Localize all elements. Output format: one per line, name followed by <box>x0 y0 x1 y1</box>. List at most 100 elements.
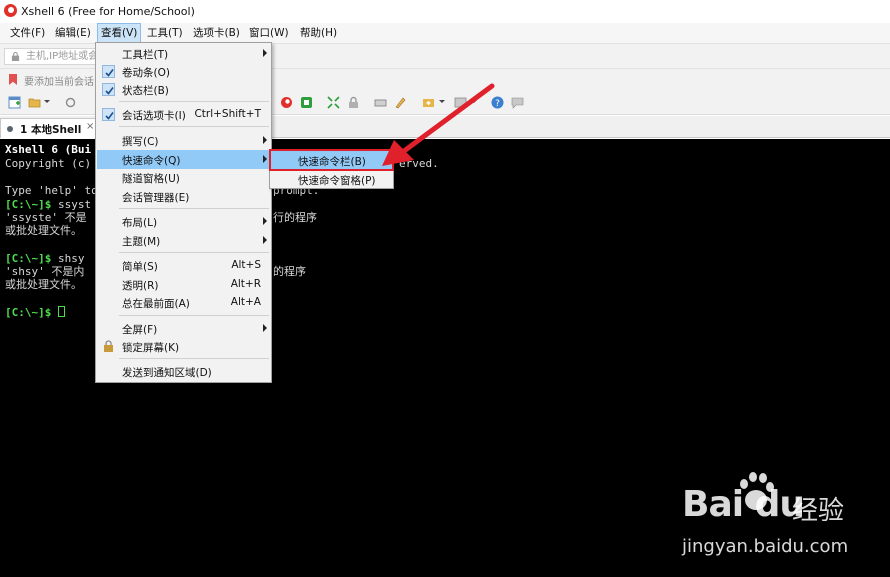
submenu-arrow-icon <box>263 136 267 144</box>
xftp-icon[interactable] <box>280 96 293 109</box>
menu-separator <box>119 101 269 102</box>
menu-item-label: 发送到通知区域(D) <box>122 367 212 379</box>
submenu-item-quick-command-pane[interactable]: 快速命令窗格(P) <box>271 170 392 188</box>
menu-separator <box>119 315 269 316</box>
menu-item-quick-command[interactable]: 快速命令(Q) <box>97 150 270 169</box>
menu-item-label: 卷动条(O) <box>122 67 170 79</box>
menu-item-label: 撰写(C) <box>122 136 159 148</box>
menu-item-label: 全屏(F) <box>122 324 158 336</box>
checkmark-icon <box>102 65 115 78</box>
menu-window[interactable]: 窗口(W) <box>246 23 292 43</box>
terminal-cursor <box>57 306 65 317</box>
submenu-arrow-icon <box>263 155 267 163</box>
menu-item-label: 会话选项卡(I) <box>122 110 186 122</box>
highlight-callout-box <box>269 149 394 171</box>
chat-bubble-icon[interactable] <box>511 96 524 109</box>
menu-help[interactable]: 帮助(H) <box>297 23 340 43</box>
menu-item-label: 主题(M) <box>122 236 161 248</box>
menu-item-layout[interactable]: 布局(L) <box>97 212 270 231</box>
session-tab-label: 1 本地Shell <box>20 124 82 136</box>
menu-item-theme[interactable]: 主题(M) <box>97 231 270 250</box>
checkmark-icon <box>102 108 115 121</box>
menu-tabs[interactable]: 选项卡(B) <box>190 23 243 43</box>
terminal-line: 或批处理文件。 <box>5 224 82 237</box>
menu-item-label: 布局(L) <box>122 217 158 229</box>
add-session-link-hint[interactable]: 要添加当前会话 <box>24 73 94 88</box>
terminal-prompt-line: [C:\~]$ <box>5 306 65 319</box>
terminal-line-tail: 行的程序 <box>273 211 317 224</box>
menu-edit[interactable]: 编辑(E) <box>52 23 94 43</box>
host-address-input[interactable]: 主机,IP地址或会 <box>4 48 96 65</box>
submenu-arrow-icon <box>263 217 267 225</box>
menu-item-label: 简单(S) <box>122 261 158 273</box>
xshell-logo-icon <box>4 4 17 17</box>
menu-file[interactable]: 文件(F) <box>7 23 48 43</box>
lock-screen-icon[interactable] <box>347 96 360 109</box>
menu-item-fullscreen[interactable]: 全屏(F) <box>97 319 270 338</box>
submenu-item-label: 快速命令窗格(P) <box>298 175 376 187</box>
title-bar: Xshell 6 (Free for Home/School) <box>0 0 890 23</box>
menu-item-session-manager[interactable]: 会话管理器(E) <box>97 187 270 206</box>
session-tab-local-shell[interactable]: 1 本地Shell × <box>0 118 96 138</box>
view-menu-dropdown: 工具栏(T) 卷动条(O) 状态栏(B) 会话选项卡(I) Ctrl+Shift… <box>95 42 272 383</box>
host-address-placeholder: 主机,IP地址或会 <box>26 51 96 62</box>
menu-tools[interactable]: 工具(T) <box>144 23 186 43</box>
menu-bar: 文件(F) 编辑(E) 查看(V) 工具(T) 选项卡(B) 窗口(W) 帮助(… <box>0 23 890 43</box>
lock-icon <box>11 52 20 61</box>
terminal-line: Copyright (c) <box>5 157 92 170</box>
terminal-line: 'ssyste' 不是 <box>5 211 87 224</box>
menu-item-shortcut: Ctrl+Shift+T <box>194 108 261 120</box>
xmanager-icon[interactable] <box>300 96 313 109</box>
menu-item-label: 状态栏(B) <box>122 85 169 97</box>
jingyan-brand-text: 经验 <box>792 496 845 526</box>
annotation-arrow-icon <box>382 83 495 166</box>
menu-item-label: 隧道窗格(U) <box>122 173 180 185</box>
baidu-logo-text: Bai du <box>682 484 805 525</box>
terminal-prompt-line: [C:\~]$ ssyst <box>5 198 92 211</box>
menu-item-lock-screen[interactable]: 锁定屏幕(K) <box>97 337 270 356</box>
reconnect-icon[interactable] <box>64 96 77 109</box>
terminal-line: 或批处理文件。 <box>5 278 82 291</box>
menu-separator <box>119 126 269 127</box>
menu-separator <box>119 252 269 253</box>
submenu-arrow-icon <box>263 324 267 332</box>
terminal-line-tail: 的程序 <box>273 265 306 278</box>
menu-item-toolbar[interactable]: 工具栏(T) <box>97 44 270 63</box>
menu-item-always-on-top[interactable]: 总在最前面(A) Alt+A <box>97 293 270 312</box>
submenu-arrow-icon <box>263 49 267 57</box>
menu-separator <box>119 208 269 209</box>
menu-item-transparent[interactable]: 透明(R) Alt+R <box>97 275 270 294</box>
menu-view[interactable]: 查看(V) <box>97 23 142 43</box>
terminal-line: Xshell 6 (Bui <box>5 143 92 156</box>
menu-item-shortcut: Alt+R <box>230 278 261 290</box>
menu-item-simple[interactable]: 简单(S) Alt+S <box>97 256 270 275</box>
terminal-line: 'shsy' 不是内 <box>5 265 85 278</box>
menu-item-label: 工具栏(T) <box>122 49 169 61</box>
tab-close-icon[interactable]: × <box>86 121 94 132</box>
menu-item-send-to-tray[interactable]: 发送到通知区域(D) <box>97 362 270 381</box>
new-session-icon[interactable] <box>8 96 21 109</box>
menu-item-statusbar[interactable]: 状态栏(B) <box>97 80 270 99</box>
open-dropdown-chevron-icon[interactable] <box>44 100 50 103</box>
menu-item-label: 快速命令(Q) <box>122 155 181 167</box>
terminal-prompt-line: [C:\~]$ shsy <box>5 252 85 265</box>
menu-item-tunnel-pane[interactable]: 隧道窗格(U) <box>97 168 270 187</box>
baidu-jingyan-watermark: Bai du 经验 jingyan.baidu.com <box>682 472 882 566</box>
menu-item-label: 锁定屏幕(K) <box>122 342 180 354</box>
checkmark-icon <box>102 83 115 96</box>
menu-item-label: 总在最前面(A) <box>122 298 190 310</box>
window-title: Xshell 6 (Free for Home/School) <box>21 5 195 18</box>
menu-item-session-tabs[interactable]: 会话选项卡(I) Ctrl+Shift+T <box>97 105 270 124</box>
fullscreen-icon[interactable] <box>327 96 340 109</box>
menu-item-scrollbar[interactable]: 卷动条(O) <box>97 62 270 81</box>
lock-icon <box>104 340 113 352</box>
submenu-arrow-icon <box>263 236 267 244</box>
menu-separator <box>119 358 269 359</box>
watermark-url: jingyan.baidu.com <box>682 536 849 557</box>
open-folder-icon[interactable] <box>28 96 41 109</box>
session-status-dot-icon <box>7 126 13 132</box>
menu-item-shortcut: Alt+S <box>231 259 261 271</box>
terminal-line: Type 'help' to <box>5 184 98 197</box>
menu-item-label: 会话管理器(E) <box>122 192 190 204</box>
menu-item-compose[interactable]: 撰写(C) <box>97 131 270 150</box>
